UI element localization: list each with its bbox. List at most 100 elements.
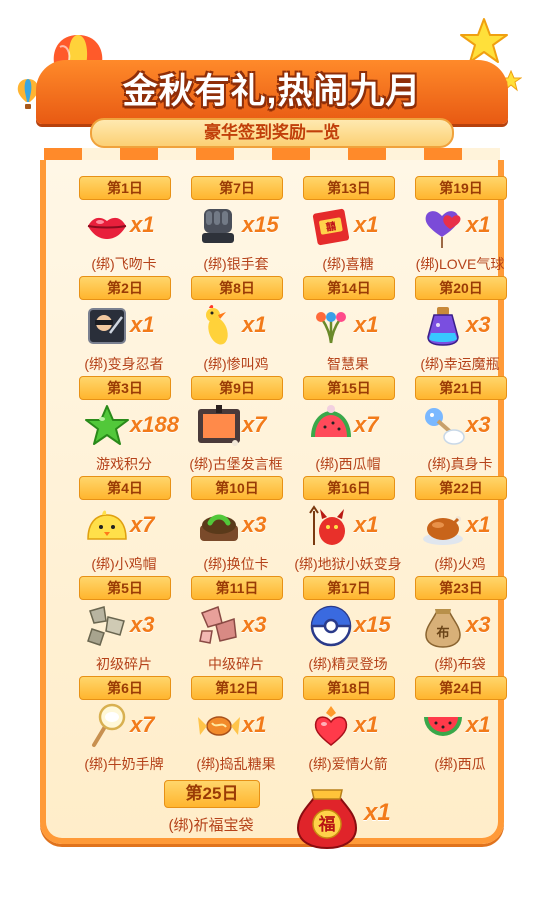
reward-cell-day10: 第10日 x3 (绑)换位卡: [176, 476, 296, 576]
wisdom-fruit-icon: [316, 312, 346, 344]
day-badge: 第8日: [191, 276, 283, 300]
reward-cell-day5: 第5日 x3 初级碎片: [64, 576, 184, 676]
reward-cell-day8: 第8日 x1 (绑)惨叫鸡: [176, 276, 296, 376]
reward-cell-day18: 第18日 x1 (绑)爱情火箭: [288, 676, 408, 776]
lips-icon: [87, 217, 127, 239]
reward-count: x15: [354, 612, 391, 637]
reward-cell-day1: 第1日 x1 (绑)飞吻卡: [64, 176, 184, 276]
reward-cell-day2: 第2日 x1 (绑)变身忍者: [64, 276, 184, 376]
reward-count: x7: [130, 712, 155, 737]
spirit-ball-icon: [310, 605, 352, 647]
reward-cell-day17: 第17日 x15 (绑)精灵登场: [288, 576, 408, 676]
milk-sign-icon: [92, 703, 126, 747]
day-badge: 第11日: [191, 576, 283, 600]
reward-count: x3: [242, 612, 267, 637]
reward-cell-day19: 第19日 x1 (绑)LOVE气球: [400, 176, 520, 276]
reward-cell-day4: 第4日 x7 (绑)小鸡帽: [64, 476, 184, 576]
day-badge: 第10日: [191, 476, 283, 500]
swap-card-icon: [200, 514, 238, 541]
day-badge: 第23日: [415, 576, 507, 600]
castle-frame-icon: [198, 405, 240, 446]
day-badge: 第21日: [415, 376, 507, 400]
event-header: 金秋有礼,热闹九月 豪华签到奖励一览: [36, 48, 508, 174]
reward-count: x3: [242, 512, 267, 537]
reward-count: x3: [466, 312, 491, 337]
reward-cell-day24: 第24日 x1 (绑)西瓜: [400, 676, 520, 776]
day-badge: 第25日: [164, 780, 260, 808]
day-badge: 第5日: [79, 576, 171, 600]
day-badge: 第22日: [415, 476, 507, 500]
reward-cell-day12: 第12日 x1 (绑)捣乱糖果: [176, 676, 296, 776]
reward-count: x1: [466, 212, 491, 237]
roast-turkey-icon: [423, 516, 463, 545]
reward-cell-day25: 第25日 (绑)祈福宝袋 福 x1: [164, 780, 424, 900]
day-badge: 第19日: [415, 176, 507, 200]
magic-bottle-icon: [427, 307, 459, 346]
reward-count: x7: [130, 512, 155, 537]
day-badge: 第17日: [303, 576, 395, 600]
reward-cell-day22: 第22日 x1 (绑)火鸡: [400, 476, 520, 576]
basic-shard-icon: [87, 606, 125, 646]
green-star-icon: [85, 405, 129, 445]
reward-count: x3: [466, 412, 491, 437]
reward-count: x1: [130, 212, 155, 237]
day-badge: 第2日: [79, 276, 171, 300]
reward-cell-day13: 第13日 囍 x1 (绑)喜糖: [288, 176, 408, 276]
reward-cell-day21: 第21日 x3 (绑)真身卡: [400, 376, 520, 476]
svg-text:布: 布: [436, 625, 449, 641]
reward-cell-day11: 第11日 x3 中级碎片: [176, 576, 296, 676]
watermelon-icon: [424, 717, 462, 736]
reward-name: (绑)LOVE气球: [415, 256, 505, 272]
reward-count: x1: [242, 712, 267, 737]
watermelon-hat-icon: [311, 405, 351, 437]
reward-name: (绑)火鸡: [434, 556, 486, 572]
day-badge: 第1日: [79, 176, 171, 200]
reward-count: x1: [354, 512, 379, 537]
reward-count: x3: [130, 612, 155, 637]
svg-text:福: 福: [318, 814, 336, 835]
reward-count: x1: [354, 312, 379, 337]
reward-name: (绑)布袋: [434, 656, 486, 672]
reward-count: x7: [242, 412, 267, 437]
day-badge: 第16日: [303, 476, 395, 500]
reward-board: 第1日 x1 (绑)飞吻卡 第7日 x15 (绑)银手套 第13日 囍 x1 (…: [40, 160, 507, 850]
reward-cell-day20: 第20日 x3 (绑)幸运魔瓶: [400, 276, 520, 376]
reward-cell-day6: 第6日 x7 (绑)牛奶手牌: [64, 676, 184, 776]
day-badge: 第9日: [191, 376, 283, 400]
wedding-candy-icon: 囍: [312, 208, 350, 246]
reward-count: x15: [242, 212, 279, 237]
day-badge: 第4日: [79, 476, 171, 500]
reward-name: (绑)祈福宝袋: [168, 817, 254, 834]
event-title: 金秋有礼,热闹九月: [122, 72, 422, 111]
day-badge: 第6日: [79, 676, 171, 700]
reward-count: x1: [130, 312, 155, 337]
hell-imp-icon: [309, 505, 345, 545]
reward-count: x3: [466, 612, 491, 637]
prank-candy-icon: [198, 716, 240, 736]
chick-hat-icon: [87, 510, 127, 540]
day-badge: 第3日: [79, 376, 171, 400]
true-body-card-icon: [425, 408, 465, 445]
love-balloon-icon: [425, 211, 461, 248]
reward-cell-day3: 第3日 x188 游戏积分: [64, 376, 184, 476]
day-badge: 第15日: [303, 376, 395, 400]
reward-name: (绑)真身卡: [427, 456, 493, 472]
lucky-bag-icon: 福: [296, 789, 358, 850]
day-badge: 第18日: [303, 676, 395, 700]
day-badge: 第14日: [303, 276, 395, 300]
reward-count: x1: [242, 312, 267, 337]
reward-name: (绑)幸运魔瓶: [420, 356, 500, 372]
day-badge: 第20日: [415, 276, 507, 300]
mid-shard-icon: [199, 606, 237, 644]
reward-cell-day14: 第14日 x1 智慧果: [288, 276, 408, 376]
reward-cell-day7: 第7日 x15 (绑)银手套: [176, 176, 296, 276]
reward-cell-day15: 第15日 x7 (绑)西瓜帽: [288, 376, 408, 476]
day-badge: 第12日: [191, 676, 283, 700]
cloth-bag-icon: 布: [425, 609, 461, 648]
screaming-chicken-icon: [206, 305, 228, 345]
glove-icon: [202, 209, 234, 243]
reward-count: x1: [354, 212, 379, 237]
ninja-card-icon: [88, 308, 126, 344]
reward-count: x1: [354, 712, 379, 737]
reward-count: x1: [364, 799, 391, 826]
